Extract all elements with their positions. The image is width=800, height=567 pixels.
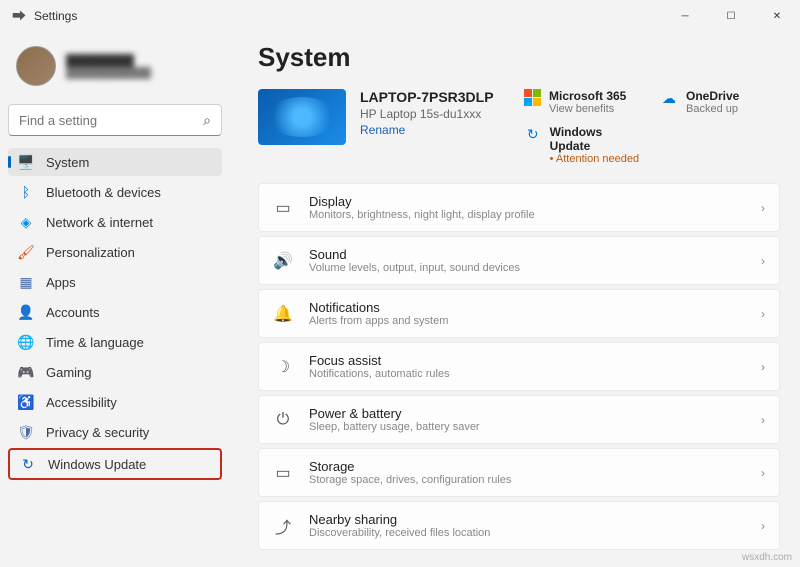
setting-notifications[interactable]: 🔔 NotificationsAlerts from apps and syste… [258,289,780,338]
setting-icon: ☽ [273,357,293,377]
sidebar-item-windows-update[interactable]: ↻ Windows Update [8,448,222,480]
promo-sub: Backed up [686,103,739,115]
setting-power-battery[interactable]: ⏻ Power & batterySleep, battery usage, ba… [258,395,780,444]
setting-title: Power & battery [309,406,745,421]
nav-label: Privacy & security [46,425,149,440]
promo-microsoft-[interactable]: Microsoft 365View benefits [524,89,644,115]
setting-title: Focus assist [309,353,745,368]
microsoft-logo-icon [524,89,541,106]
setting-focus-assist[interactable]: ☽ Focus assistNotifications, automatic ru… [258,342,780,391]
promo-title: OneDrive [686,89,739,103]
setting-sub: Sleep, battery usage, battery saver [309,421,745,433]
promo-windows-update[interactable]: ↻ Windows Update• Attention needed [524,125,644,165]
nav-label: Accessibility [46,395,117,410]
nav-icon: 🌐 [18,334,34,350]
promo-title: Windows Update [550,125,644,153]
setting-sub: Alerts from apps and system [309,315,745,327]
avatar [16,46,56,86]
promo-title: Microsoft 365 [549,89,626,103]
nav-icon: ↻ [20,456,36,472]
setting-sub: Storage space, drives, configuration rul… [309,474,745,486]
maximize-button[interactable]: ☐ [708,0,754,32]
nav-icon: ◈ [18,214,34,230]
chevron-right-icon: › [761,413,765,427]
nav-icon: ▦ [18,274,34,290]
sidebar-item-accessibility[interactable]: ♿ Accessibility [8,388,222,416]
setting-icon: ▭ [273,198,293,218]
nav-icon: 🛡 [18,424,34,440]
sidebar-item-time-language[interactable]: 🌐 Time & language [8,328,222,356]
setting-title: Notifications [309,300,745,315]
nav-icon: 🖌 [18,244,34,260]
setting-icon: ▭ [273,463,293,483]
promo-onedrive[interactable]: ☁ OneDriveBacked up [660,89,780,115]
setting-icon: 🔊 [273,251,293,271]
page-title: System [258,42,780,73]
setting-title: Sound [309,247,745,262]
chevron-right-icon: › [761,466,765,480]
setting-sub: Discoverability, received files location [309,527,745,539]
sidebar-item-gaming[interactable]: 🎮 Gaming [8,358,222,386]
setting-title: Display [309,194,745,209]
sidebar-item-privacy-security[interactable]: 🛡 Privacy & security [8,418,222,446]
device-image [258,89,346,145]
close-button[interactable]: ✕ [754,0,800,32]
chevron-right-icon: › [761,519,765,533]
nav-icon: 🖥️ [18,154,34,170]
chevron-right-icon: › [761,254,765,268]
user-profile[interactable]: ████████ ████████████ [8,40,230,92]
setting-sub: Notifications, automatic rules [309,368,745,380]
promo-icon: ☁ [660,89,678,107]
chevron-right-icon: › [761,201,765,215]
nav-icon: 👤 [18,304,34,320]
user-email: ████████████ [66,68,151,79]
rename-link[interactable]: Rename [360,123,494,137]
nav-label: Accounts [46,305,99,320]
device-model: HP Laptop 15s-du1xxx [360,107,494,121]
setting-storage[interactable]: ▭ StorageStorage space, drives, configura… [258,448,780,497]
search-icon: ⌕ [203,112,211,129]
device-name: LAPTOP-7PSR3DLP [360,89,494,105]
sidebar-item-accounts[interactable]: 👤 Accounts [8,298,222,326]
setting-sub: Monitors, brightness, night light, displ… [309,209,745,221]
setting-icon: 🔔 [273,304,293,324]
setting-display[interactable]: ▭ DisplayMonitors, brightness, night ligh… [258,183,780,232]
setting-title: Nearby sharing [309,512,745,527]
nav-label: Personalization [46,245,135,260]
nav-label: System [46,155,89,170]
nav-label: Apps [46,275,76,290]
setting-title: Storage [309,459,745,474]
setting-sound[interactable]: 🔊 SoundVolume levels, output, input, soun… [258,236,780,285]
nav-icon: ♿ [18,394,34,410]
nav-icon: ᛒ [18,184,34,200]
promo-icon: ↻ [524,125,542,143]
search-box[interactable]: ⌕ [8,104,222,136]
nav-label: Gaming [46,365,92,380]
nav-label: Windows Update [48,457,146,472]
promo-sub: • Attention needed [550,153,644,165]
nav-icon: 🎮 [18,364,34,380]
sidebar-item-system[interactable]: 🖥️ System [8,148,222,176]
nav-label: Network & internet [46,215,153,230]
watermark: wsxdh.com [742,552,792,563]
sidebar-item-personalization[interactable]: 🖌 Personalization [8,238,222,266]
setting-icon: ⤴ [273,516,293,536]
promo-sub: View benefits [549,103,626,115]
search-input[interactable] [19,113,203,128]
sidebar-item-apps[interactable]: ▦ Apps [8,268,222,296]
chevron-right-icon: › [761,360,765,374]
app-title: Settings [34,9,77,23]
device-card: LAPTOP-7PSR3DLP HP Laptop 15s-du1xxx Ren… [258,89,508,165]
minimize-button[interactable]: ─ [662,0,708,32]
setting-icon: ⏻ [273,410,293,430]
user-name: ████████ [66,54,151,68]
chevron-right-icon: › [761,307,765,321]
sidebar-item-bluetooth-devices[interactable]: ᛒ Bluetooth & devices [8,178,222,206]
setting-nearby-sharing[interactable]: ⤴ Nearby sharingDiscoverability, received… [258,501,780,550]
nav-label: Bluetooth & devices [46,185,161,200]
back-arrow-icon[interactable]: ⮕ [12,6,26,26]
setting-sub: Volume levels, output, input, sound devi… [309,262,745,274]
nav-label: Time & language [46,335,144,350]
sidebar-item-network-internet[interactable]: ◈ Network & internet [8,208,222,236]
